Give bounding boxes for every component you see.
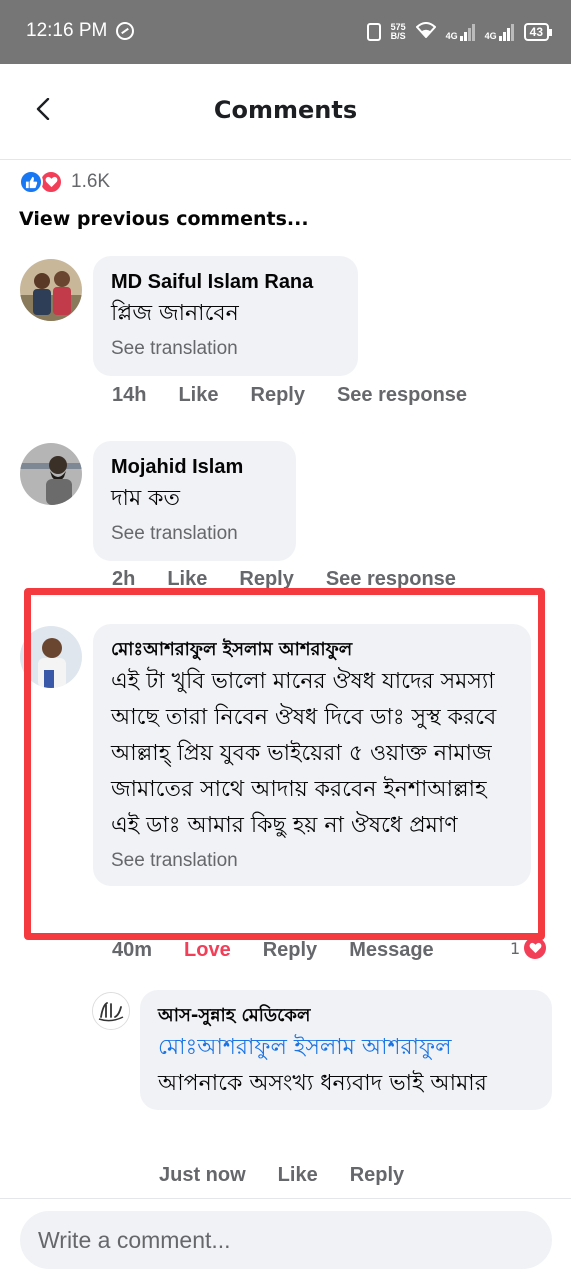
reply-button[interactable]: Reply xyxy=(263,939,317,962)
reply-time: Just now xyxy=(159,1164,246,1186)
comment-author[interactable]: Mojahid Islam xyxy=(111,453,278,481)
view-previous-comments-link[interactable]: View previous comments... xyxy=(19,208,309,230)
see-translation-link[interactable]: See translation xyxy=(111,519,278,549)
comment-time: 2h xyxy=(112,568,136,590)
status-icons: 575 B/S 4G 4G 43 xyxy=(366,18,553,46)
like-button[interactable]: Like xyxy=(167,568,207,591)
like-reaction-icon xyxy=(19,170,43,194)
wifi-icon xyxy=(415,21,437,43)
status-time: 12:16 PM xyxy=(26,20,108,41)
comment-text: দাম কত xyxy=(111,486,181,511)
reply-button[interactable]: Reply xyxy=(251,384,305,407)
reactions-summary[interactable]: 1.6K xyxy=(19,170,110,194)
like-button[interactable]: Like xyxy=(278,1164,318,1187)
avatar[interactable] xyxy=(20,443,82,505)
header: Comments xyxy=(0,64,571,160)
reply-author[interactable]: আস-সুন্নাহ মেডিকেল xyxy=(158,1002,534,1030)
reply-button[interactable]: Reply xyxy=(239,568,293,591)
vibrate-icon xyxy=(366,23,381,41)
love-reaction-icon xyxy=(522,935,549,961)
signal-bars-icon xyxy=(498,23,514,41)
see-translation-link[interactable]: See translation xyxy=(111,334,340,364)
comment-time: 40m xyxy=(112,939,153,961)
comment-composer-bar xyxy=(0,1198,571,1280)
comment-input[interactable] xyxy=(20,1211,552,1269)
page-title: Comments xyxy=(213,96,358,124)
comment-reaction-badge[interactable]: 1 xyxy=(510,935,549,961)
see-response-button[interactable]: See response xyxy=(326,568,456,591)
comment-bubble: MD Saiful Islam Rana প্লিজ জানাবেন See t… xyxy=(93,256,358,376)
comment-reaction-count: 1 xyxy=(510,938,521,958)
comment-actions: 40m Love Reply Message xyxy=(112,939,466,962)
status-bar: 12:16 PM 575 B/S 4G 4G 43 xyxy=(0,0,571,64)
comment-actions: 14h Like Reply See response xyxy=(112,384,499,407)
comment-author[interactable]: মোঃআশরাফুল ইসলাম আশরাফুল xyxy=(111,636,513,664)
reaction-count: 1.6K xyxy=(71,171,111,192)
avatar[interactable] xyxy=(20,626,82,688)
comment-author[interactable]: MD Saiful Islam Rana xyxy=(111,268,340,296)
see-response-button[interactable]: See response xyxy=(337,384,467,407)
net-speed-unit: B/S xyxy=(390,31,406,41)
message-button[interactable]: Message xyxy=(349,939,434,962)
reply-actions: Just now Like Reply xyxy=(159,1164,436,1187)
avatar[interactable] xyxy=(20,259,82,321)
battery-icon: 43 xyxy=(523,23,553,41)
comment-time: 14h xyxy=(112,384,147,406)
see-translation-link[interactable]: See translation xyxy=(111,846,513,876)
avatar[interactable] xyxy=(92,992,130,1030)
reply-button[interactable]: Reply xyxy=(350,1164,404,1187)
comment-bubble: Mojahid Islam দাম কত See translation xyxy=(93,441,296,561)
reply-text: আপনাকে অসংখ্য ধন্যবাদ ভাই আমার xyxy=(158,1071,487,1096)
comment-bubble: মোঃআশরাফুল ইসলাম আশরাফুল এই টা খুবি ভালো… xyxy=(93,624,531,886)
do-not-disturb-icon xyxy=(116,22,134,40)
net-speed: 575 B/S xyxy=(391,23,406,41)
comment-actions: 2h Like Reply See response xyxy=(112,568,488,591)
comment-text: প্লিজ জানাবেন xyxy=(111,301,239,326)
signal-1: 4G xyxy=(445,23,475,41)
signal-bars-icon xyxy=(459,23,475,41)
comment-text: এই টা খুবি ভালো মানের ঔষধ যাদের সমস্যা আ… xyxy=(111,669,497,838)
network-type-2: 4G xyxy=(484,30,497,41)
like-button[interactable]: Like xyxy=(178,384,218,407)
network-type-1: 4G xyxy=(445,30,458,41)
reply-bubble: আস-সুন্নাহ মেডিকেল মোঃআশরাফুল ইসলাম আশরা… xyxy=(140,990,552,1110)
reply-mention-link[interactable]: মোঃআশরাফুল ইসলাম আশরাফুল xyxy=(158,1030,534,1066)
love-button[interactable]: Love xyxy=(184,939,231,962)
signal-2: 4G xyxy=(484,23,514,41)
